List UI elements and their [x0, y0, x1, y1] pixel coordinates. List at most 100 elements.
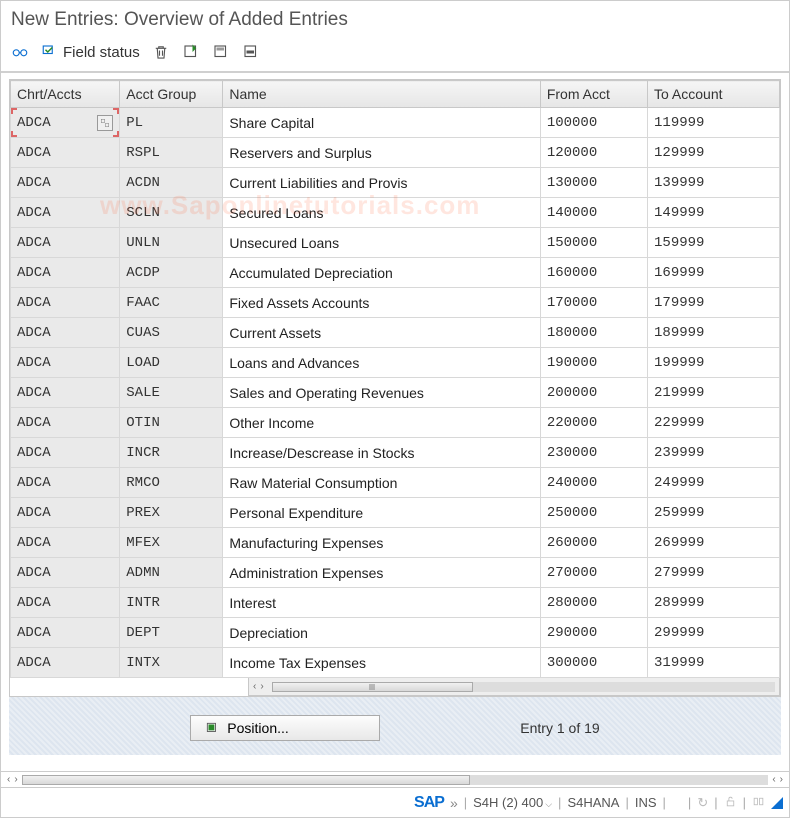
table-row[interactable]: ADCAADMNAdministration Expenses270000279… — [11, 558, 780, 588]
acct-group-field[interactable]: PREX — [120, 498, 222, 527]
scroll-thumb[interactable] — [272, 682, 473, 692]
table-row[interactable]: ADCAPREXPersonal Expenditure250000259999 — [11, 498, 780, 528]
status-system[interactable]: S4H (2) 400⌵ — [473, 795, 552, 810]
name-cell: Raw Material Consumption — [223, 468, 539, 497]
chart-accts-field[interactable]: ADCA — [11, 588, 119, 617]
deselect-icon — [242, 43, 260, 61]
to-acct-cell: 149999 — [648, 201, 779, 225]
acct-group-field[interactable]: RSPL — [120, 138, 222, 167]
chart-accts-field[interactable]: ADCA — [11, 108, 119, 137]
table-row[interactable]: ADCAFAACFixed Assets Accounts17000017999… — [11, 288, 780, 318]
layout-icon[interactable] — [752, 795, 765, 811]
delete-button[interactable] — [152, 43, 170, 61]
chart-accts-field[interactable]: ADCA — [11, 168, 119, 197]
acct-group-field[interactable]: INCR — [120, 438, 222, 467]
window-horizontal-scrollbar[interactable]: ‹ › ‹ › — [1, 771, 789, 787]
f4-help-icon[interactable] — [97, 115, 113, 131]
acct-group-field[interactable]: ACDP — [120, 258, 222, 287]
table-row[interactable]: ADCACUASCurrent Assets180000189999 — [11, 318, 780, 348]
table-row[interactable]: ADCASALESales and Operating Revenues2000… — [11, 378, 780, 408]
acct-group-field[interactable]: MFEX — [120, 528, 222, 557]
acct-group-field[interactable]: CUAS — [120, 318, 222, 347]
separator: | — [558, 795, 561, 810]
scroll-track[interactable] — [272, 682, 775, 692]
scroll-right-icon[interactable]: › — [260, 681, 263, 692]
chart-accts-field[interactable]: ADCA — [11, 408, 119, 437]
expand-statusbar-icon[interactable]: » — [450, 795, 458, 811]
chart-accts-field[interactable]: ADCA — [11, 228, 119, 257]
acct-group-field[interactable]: PL — [120, 108, 222, 137]
chart-accts-field[interactable]: ADCA — [11, 468, 119, 497]
acct-group-field[interactable]: RMCO — [120, 468, 222, 497]
table-horizontal-scrollbar[interactable]: ‹ › — [248, 678, 780, 696]
chart-accts-field[interactable]: ADCA — [11, 378, 119, 407]
col-header-from[interactable]: From Acct — [540, 81, 647, 108]
chart-accts-field[interactable]: ADCA — [11, 198, 119, 227]
chart-accts-field[interactable]: ADCA — [11, 288, 119, 317]
table-row[interactable]: ADCASCLNSecured Loans140000149999 — [11, 198, 780, 228]
chart-accts-field[interactable]: ADCA — [11, 558, 119, 587]
lock-open-icon[interactable] — [724, 795, 737, 811]
scroll-left-icon[interactable]: ‹ — [253, 681, 256, 692]
chart-accts-field[interactable]: ADCA — [11, 648, 119, 677]
chart-accts-field[interactable]: ADCA — [11, 138, 119, 167]
scroll-right-icon[interactable]: › — [14, 774, 17, 785]
field-status-button[interactable]: Field status — [41, 43, 140, 61]
acct-group-field[interactable]: SCLN — [120, 198, 222, 227]
refresh-icon[interactable]: ↻ — [697, 795, 708, 811]
table-row[interactable]: ADCARSPLReservers and Surplus12000012999… — [11, 138, 780, 168]
acct-group-field[interactable]: DEPT — [120, 618, 222, 647]
table-row[interactable]: ADCARMCORaw Material Consumption24000024… — [11, 468, 780, 498]
acct-group-field[interactable]: LOAD — [120, 348, 222, 377]
scroll-thumb[interactable] — [22, 775, 470, 785]
scroll-left2-icon[interactable]: ‹ — [772, 774, 775, 785]
name-cell: Unsecured Loans — [223, 228, 539, 257]
chart-accts-field[interactable]: ADCA — [11, 318, 119, 347]
chart-accts-field[interactable]: ADCA — [11, 528, 119, 557]
table-row[interactable]: ADCAACDPAccumulated Depreciation16000016… — [11, 258, 780, 288]
acct-group-field[interactable]: ADMN — [120, 558, 222, 587]
acct-group-field[interactable]: ACDN — [120, 168, 222, 197]
chart-accts-field[interactable]: ADCA — [11, 618, 119, 647]
table-row[interactable]: ADCAACDNCurrent Liabilities and Provis13… — [11, 168, 780, 198]
separator: | — [688, 795, 691, 810]
from-acct-cell: 300000 — [541, 651, 647, 675]
select-block-button[interactable] — [212, 43, 230, 61]
scroll-left-icon[interactable]: ‹ — [7, 774, 10, 785]
from-acct-cell: 170000 — [541, 291, 647, 315]
table-row[interactable]: ADCAOTINOther Income220000229999 — [11, 408, 780, 438]
to-acct-cell: 129999 — [648, 141, 779, 165]
acct-group-field[interactable]: FAAC — [120, 288, 222, 317]
acct-group-field[interactable]: INTX — [120, 648, 222, 677]
position-button[interactable]: Position... — [190, 715, 380, 741]
scroll-right2-icon[interactable]: › — [780, 774, 783, 785]
table-row[interactable]: ADCAINCRIncrease/Descrease in Stocks2300… — [11, 438, 780, 468]
chart-accts-field[interactable]: ADCA — [11, 348, 119, 377]
col-header-to[interactable]: To Account — [648, 81, 780, 108]
chart-accts-field[interactable]: ADCA — [11, 438, 119, 467]
table-row[interactable]: ADCAINTRInterest280000289999 — [11, 588, 780, 618]
acct-group-field[interactable]: SALE — [120, 378, 222, 407]
entries-table: Chrt/Accts Acct Group Name From Acct To … — [10, 80, 780, 678]
acct-group-field[interactable]: INTR — [120, 588, 222, 617]
resize-handle-icon[interactable] — [771, 797, 783, 809]
table-row[interactable]: ADCAINTXIncome Tax Expenses300000319999 — [11, 648, 780, 678]
scroll-track[interactable] — [22, 775, 769, 785]
acct-group-field[interactable]: UNLN — [120, 228, 222, 257]
col-header-group[interactable]: Acct Group — [120, 81, 223, 108]
to-acct-cell: 269999 — [648, 531, 779, 555]
col-header-chart[interactable]: Chrt/Accts — [11, 81, 120, 108]
acct-group-field[interactable]: OTIN — [120, 408, 222, 437]
chart-accts-field[interactable]: ADCA — [11, 258, 119, 287]
table-row[interactable]: ADCAMFEXManufacturing Expenses2600002699… — [11, 528, 780, 558]
deselect-all-button[interactable] — [242, 43, 260, 61]
from-acct-cell: 270000 — [541, 561, 647, 585]
display-button[interactable] — [11, 43, 29, 61]
table-row[interactable]: ADCAPLShare Capital100000119999 — [11, 108, 780, 138]
table-row[interactable]: ADCAUNLNUnsecured Loans150000159999 — [11, 228, 780, 258]
table-row[interactable]: ADCADEPTDepreciation290000299999 — [11, 618, 780, 648]
chart-accts-field[interactable]: ADCA — [11, 498, 119, 527]
col-header-name[interactable]: Name — [223, 81, 540, 108]
select-all-button[interactable] — [182, 43, 200, 61]
table-row[interactable]: ADCALOADLoans and Advances190000199999 — [11, 348, 780, 378]
